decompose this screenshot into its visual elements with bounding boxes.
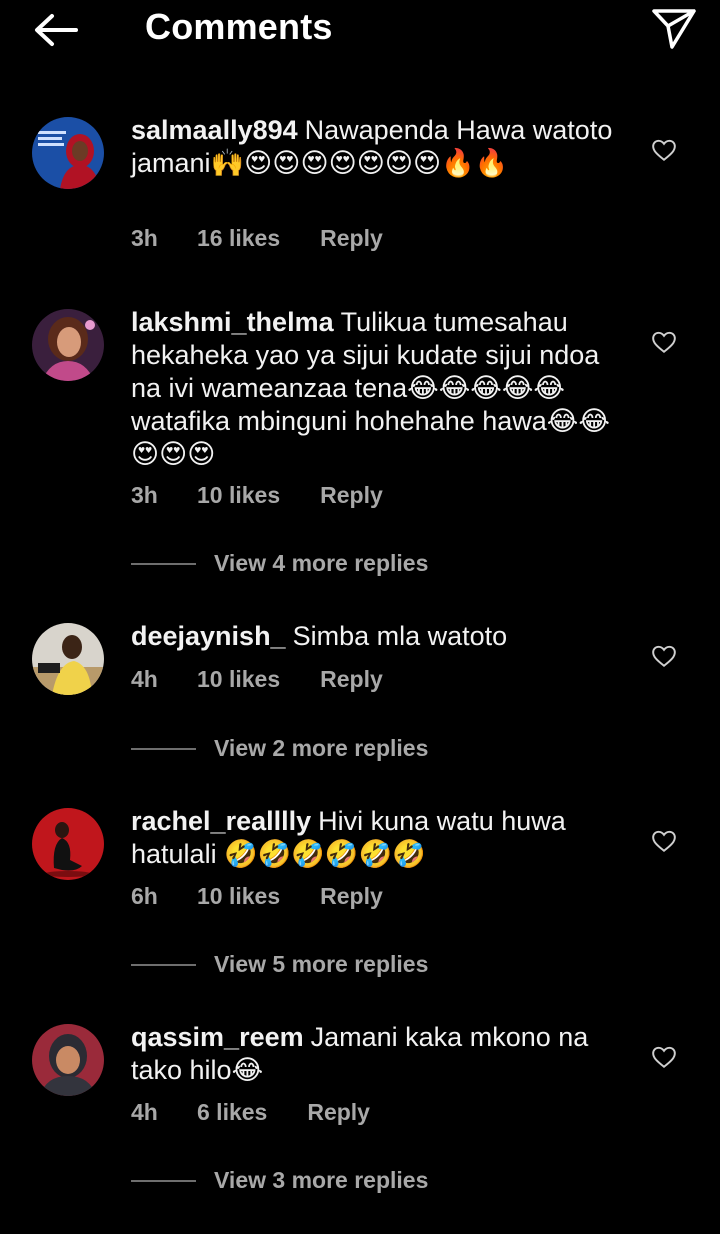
avatar[interactable] — [32, 1024, 104, 1096]
view-more-label: View 2 more replies — [214, 735, 429, 761]
comment-meta: 3h 10 likes Reply — [131, 482, 383, 509]
avatar[interactable] — [32, 117, 104, 189]
comment-text: qassim_reem Jamani kaka mkono na tako hil… — [131, 1021, 626, 1087]
comment-text: rachel_realllly Hivi kuna watu huwa hatul… — [131, 805, 626, 871]
view-more-label: View 3 more replies — [214, 1167, 429, 1193]
comment-body: Simba mla watoto — [292, 621, 508, 651]
comment-time: 4h — [131, 1099, 158, 1125]
avatar[interactable] — [32, 623, 104, 695]
comment-meta: 4h 6 likes Reply — [131, 1099, 370, 1126]
comment-username[interactable]: rachel_realllly — [131, 806, 311, 836]
reply-button[interactable]: Reply — [320, 883, 383, 910]
comment-meta: 3h 16 likes Reply — [131, 225, 383, 252]
heart-icon[interactable] — [651, 329, 677, 355]
comment-meta: 6h 10 likes Reply — [131, 883, 383, 910]
comment-username[interactable]: salmaally894 — [131, 115, 298, 145]
avatar[interactable] — [32, 808, 104, 880]
header-bar: Comments — [0, 0, 720, 60]
heart-icon[interactable] — [651, 828, 677, 854]
heart-icon[interactable] — [651, 137, 677, 163]
heart-icon[interactable] — [651, 1044, 677, 1070]
send-icon — [652, 9, 696, 49]
back-button[interactable] — [30, 8, 82, 52]
comment-likes[interactable]: 10 likes — [197, 883, 280, 910]
view-more-replies[interactable]: View 4 more replies — [131, 550, 428, 577]
comment-likes[interactable]: 10 likes — [197, 482, 280, 509]
page-title: Comments — [145, 6, 333, 47]
reply-button[interactable]: Reply — [307, 1099, 370, 1126]
heart-icon[interactable] — [651, 643, 677, 669]
divider-line — [131, 963, 196, 966]
view-more-label: View 5 more replies — [214, 951, 429, 977]
comment-likes[interactable]: 16 likes — [197, 225, 280, 252]
view-more-replies[interactable]: View 2 more replies — [131, 735, 428, 762]
view-more-replies[interactable]: View 5 more replies — [131, 951, 428, 978]
comment-text: salmaally894 Nawapenda Hawa watoto jamani… — [131, 114, 626, 180]
comment-text: deejaynish_ Simba mla watoto — [131, 620, 626, 653]
share-button[interactable] — [646, 4, 702, 54]
comment-meta: 4h 10 likes Reply — [131, 666, 383, 693]
comment-time: 6h — [131, 883, 158, 909]
divider-line — [131, 747, 196, 750]
comment-username[interactable]: qassim_reem — [131, 1022, 304, 1052]
comment-likes[interactable]: 10 likes — [197, 666, 280, 693]
back-arrow-icon — [35, 14, 78, 46]
comment-time: 3h — [131, 225, 158, 251]
comment-time: 4h — [131, 666, 158, 692]
comment-text: lakshmi_thelma Tulikua tumesahau hekaheka… — [131, 306, 626, 471]
reply-button[interactable]: Reply — [320, 666, 383, 693]
avatar[interactable] — [32, 309, 104, 381]
comment-username[interactable]: deejaynish_ — [131, 621, 286, 651]
comment-username[interactable]: lakshmi_thelma — [131, 307, 334, 337]
reply-button[interactable]: Reply — [320, 225, 383, 252]
reply-button[interactable]: Reply — [320, 482, 383, 509]
view-more-label: View 4 more replies — [214, 550, 429, 576]
view-more-replies[interactable]: View 3 more replies — [131, 1167, 428, 1194]
comment-time: 3h — [131, 482, 158, 508]
comment-likes[interactable]: 6 likes — [197, 1099, 267, 1126]
divider-line — [131, 562, 196, 565]
comments-screen: Comments salmaally894 Nawapenda Hawa wato… — [0, 0, 720, 1234]
divider-line — [131, 1179, 196, 1182]
